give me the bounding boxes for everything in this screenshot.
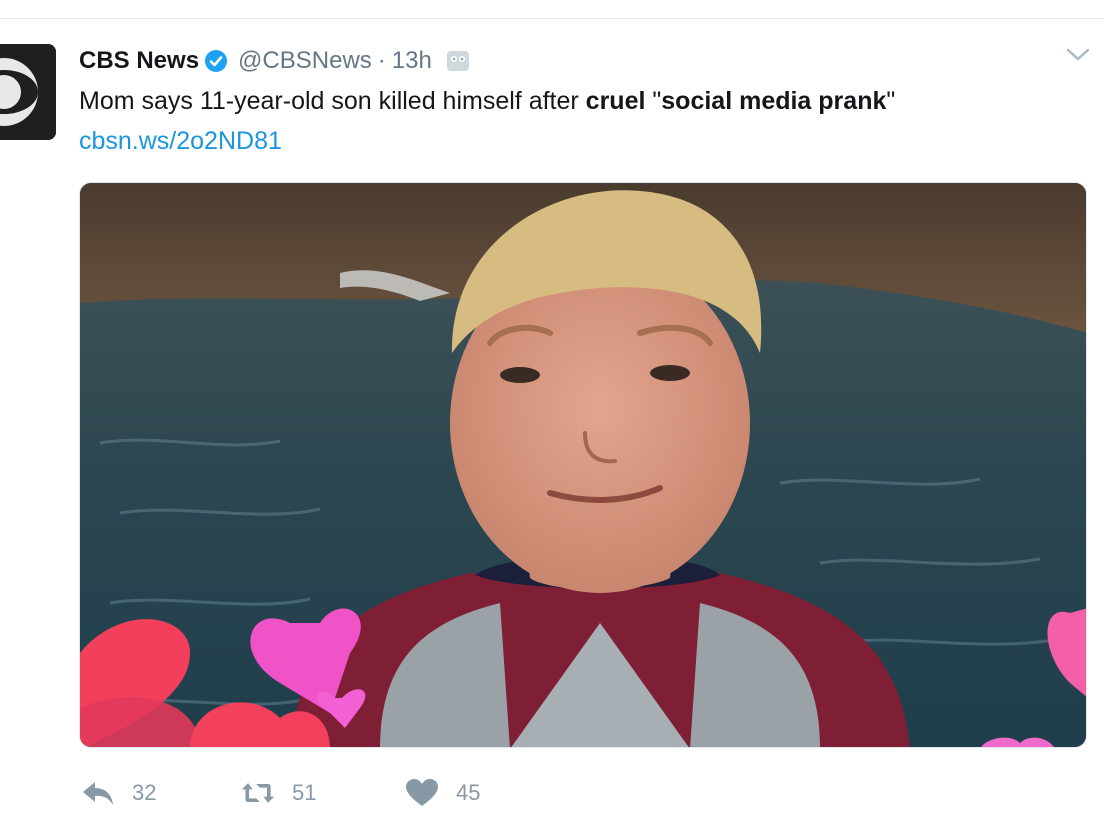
tweet-text: Mom says 11-year-old son killed himself … bbox=[79, 84, 895, 118]
top-divider bbox=[0, 18, 1104, 19]
cbs-avatar[interactable] bbox=[0, 44, 56, 140]
like-button[interactable]: 45 bbox=[404, 778, 480, 808]
cbs-eye-logo bbox=[0, 44, 56, 140]
tweet-text-part: " bbox=[645, 87, 662, 115]
tweet-link[interactable]: cbsn.ws/2o2ND81 bbox=[79, 124, 282, 158]
reply-count: 32 bbox=[132, 780, 157, 805]
tweet-photo[interactable] bbox=[79, 182, 1087, 748]
heart-icon bbox=[406, 779, 438, 806]
ghost-icon bbox=[446, 51, 469, 71]
author-handle[interactable]: @CBSNews bbox=[238, 47, 372, 75]
tweet-text-bold: cruel bbox=[585, 87, 646, 115]
retweet-count: 51 bbox=[292, 780, 317, 805]
retweet-button[interactable]: 51 bbox=[240, 778, 316, 808]
tweet-text-part: Mom says 11-year-old son killed himself … bbox=[79, 87, 586, 115]
chevron-down-icon[interactable] bbox=[1064, 44, 1092, 66]
retweet-icon bbox=[241, 783, 275, 803]
reply-button[interactable]: 32 bbox=[80, 778, 156, 808]
photo-illustration bbox=[80, 183, 1086, 747]
like-count: 45 bbox=[456, 780, 481, 805]
tweet-header: CBS News @CBSNews · 13h bbox=[79, 44, 470, 78]
tweet-text-part: " bbox=[886, 87, 896, 115]
tweet-timestamp[interactable]: 13h bbox=[392, 47, 432, 75]
author-name[interactable]: CBS News bbox=[79, 47, 199, 75]
reply-icon bbox=[83, 782, 113, 805]
separator-dot: · bbox=[377, 47, 386, 74]
verified-badge-icon bbox=[205, 50, 228, 72]
tweet-text-bold: social media prank bbox=[661, 87, 887, 115]
